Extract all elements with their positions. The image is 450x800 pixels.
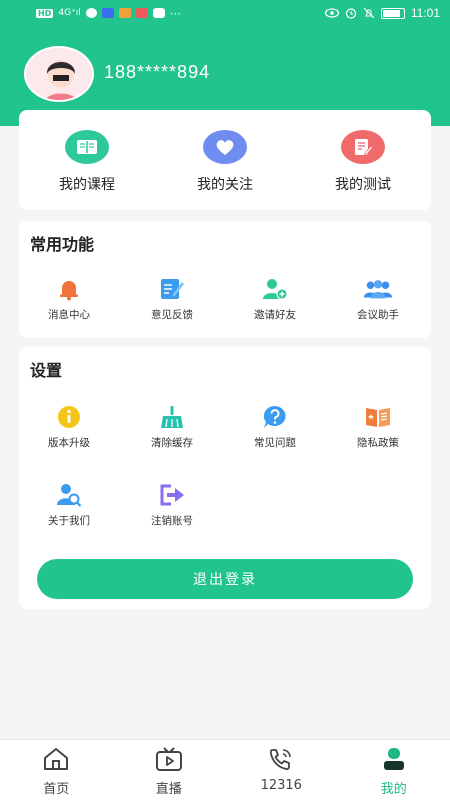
network-type: HD: [36, 8, 54, 18]
grid-item-label: 邀请好友: [254, 309, 296, 321]
logout-button[interactable]: 退出登录: [37, 559, 413, 599]
edit-note-icon: [341, 130, 385, 164]
quick-link-label: 我的关注: [197, 177, 253, 193]
grid-item-label: 意见反馈: [151, 309, 193, 321]
grid-item-label: 隐私政策: [357, 437, 399, 449]
user-search-icon: [54, 483, 84, 507]
grid-item-label: 版本升级: [48, 437, 90, 449]
nav-item-mine[interactable]: 我的: [338, 740, 450, 800]
grid-item-clear-cache[interactable]: 清除缓存: [122, 405, 222, 450]
grid-item-label: 常见问题: [254, 437, 296, 449]
bell-icon: [54, 277, 84, 301]
nav-item-live[interactable]: 直播: [113, 740, 226, 800]
profile-icon: [379, 746, 409, 772]
app-notification-icon: [101, 8, 114, 18]
signal-indicator: 4G⁺ıl: [58, 8, 81, 18]
grid-item-about-us[interactable]: 关于我们: [19, 483, 119, 528]
logout-arrow-icon: [157, 483, 187, 507]
grid-item-message-center[interactable]: 消息中心: [19, 277, 119, 322]
more-notifications-icon: ⋯: [169, 6, 181, 20]
grid-item-privacy-policy[interactable]: 隐私政策: [328, 405, 428, 450]
privacy-book-icon: [363, 405, 393, 429]
status-bar: HD 4G⁺ıl ⋯ 11:01: [0, 0, 450, 26]
alarm-icon: [345, 8, 356, 19]
grid-item-meeting-assistant[interactable]: 会议助手: [328, 277, 428, 322]
message-notification-icon: [85, 8, 97, 18]
feedback-icon: [157, 277, 187, 301]
bottom-nav: 首页 直播 12316 我的: [0, 739, 450, 800]
info-icon: [54, 405, 84, 429]
quick-link-label: 我的课程: [59, 177, 115, 193]
grid-item-faq[interactable]: 常见问题: [225, 405, 325, 450]
battery-fill: [382, 9, 400, 17]
grid-item-invite-friends[interactable]: 邀请好友: [225, 277, 325, 322]
section-title-settings: 设置: [30, 361, 63, 380]
grid-item-feedback[interactable]: 意见反馈: [122, 277, 222, 322]
username[interactable]: 188*****894: [104, 62, 210, 83]
grid-item-delete-account[interactable]: 注销账号: [122, 483, 222, 528]
settings-card: 设置 版本升级 清除缓存 常见问题 隐私政策 关于我们 注销账号 退出登录: [19, 347, 431, 609]
eye-icon: [324, 8, 339, 18]
add-user-icon: [260, 277, 290, 301]
nav-item-hotline[interactable]: 12316: [225, 740, 338, 800]
status-right-group: 11:01: [324, 6, 440, 20]
quick-links-card: 我的课程 我的关注 我的测试: [19, 110, 431, 210]
group-icon: [363, 277, 393, 301]
avatar-illustration: [26, 48, 92, 100]
broom-icon: [157, 405, 187, 429]
app-notification-icon-2: [118, 8, 131, 18]
heart-icon: [203, 130, 247, 164]
nav-label: 首页: [43, 782, 70, 797]
quick-link-my-courses[interactable]: 我的课程: [27, 130, 147, 194]
grid-item-label: 消息中心: [48, 309, 90, 321]
app-notification-icon-3: [135, 8, 148, 18]
phone-icon: [266, 746, 296, 772]
common-functions-card: 常用功能 消息中心 意见反馈 邀请好友 会议助手: [19, 221, 431, 338]
nav-label: 直播: [155, 782, 182, 797]
grid-item-version-upgrade[interactable]: 版本升级: [19, 405, 119, 450]
section-title-common: 常用功能: [30, 235, 95, 254]
nav-item-home[interactable]: 首页: [0, 740, 113, 800]
status-left-group: HD 4G⁺ıl ⋯: [36, 7, 181, 20]
question-icon: [260, 405, 290, 429]
book-icon: [65, 130, 109, 164]
battery-icon: [380, 7, 405, 19]
grid-item-label: 关于我们: [48, 515, 90, 527]
nav-label: 我的: [380, 782, 407, 797]
home-icon: [41, 746, 71, 772]
quick-link-my-tests[interactable]: 我的测试: [303, 130, 423, 194]
tv-play-icon: [154, 746, 184, 772]
avatar[interactable]: [24, 46, 94, 102]
grid-item-label: 清除缓存: [151, 437, 193, 449]
grid-item-label: 注销账号: [151, 515, 193, 527]
status-time: 11:01: [410, 6, 440, 20]
app-notification-icon-4: [152, 8, 165, 18]
quick-link-label: 我的测试: [335, 177, 391, 193]
mute-icon: [363, 7, 375, 19]
quick-link-my-follows[interactable]: 我的关注: [165, 130, 285, 194]
nav-label: 12316: [260, 778, 302, 793]
grid-item-label: 会议助手: [357, 309, 399, 321]
